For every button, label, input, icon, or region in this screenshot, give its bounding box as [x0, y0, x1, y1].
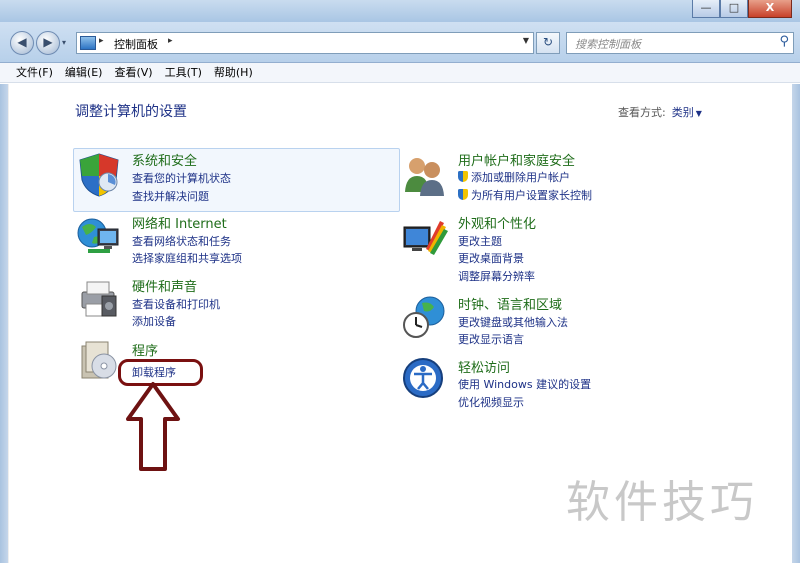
- link-find-fix-problems[interactable]: 查找并解决问题: [132, 188, 209, 204]
- menu-edit[interactable]: 编辑(E): [59, 63, 109, 82]
- watermark: 软件技巧: [566, 477, 758, 528]
- address-dropdown-icon[interactable]: ▼: [523, 36, 529, 45]
- programs-disc-icon: [81, 341, 117, 379]
- breadcrumb-separator-icon[interactable]: ▸: [168, 36, 173, 46]
- category-hardware-sound[interactable]: 硬件和声音: [132, 276, 197, 295]
- link-recommended-settings[interactable]: 使用 Windows 建议的设置: [458, 376, 591, 392]
- link-add-device[interactable]: 添加设备: [132, 313, 176, 329]
- users-icon: [405, 158, 444, 196]
- control-panel-icon: [80, 36, 96, 50]
- category-system-security[interactable]: 系统和安全: [132, 150, 197, 169]
- category-user-accounts[interactable]: 用户帐户和家庭安全: [458, 150, 575, 169]
- view-by-label: 查看方式:: [618, 106, 666, 119]
- clock-globe-icon: [403, 296, 445, 338]
- display-palette-icon: [403, 221, 448, 255]
- menu-bar: 文件(F) 编辑(E) 查看(V) 工具(T) 帮助(H): [0, 63, 800, 83]
- link-change-theme[interactable]: 更改主题: [458, 233, 502, 249]
- forward-button[interactable]: ▶: [36, 31, 60, 55]
- close-button[interactable]: X: [748, 0, 792, 18]
- search-icon[interactable]: ⚲: [779, 34, 789, 49]
- minimize-button[interactable]: —: [692, 0, 720, 18]
- back-button[interactable]: ◀: [10, 31, 34, 55]
- menu-file[interactable]: 文件(F): [10, 63, 59, 82]
- view-by-control[interactable]: 查看方式: 类别 ▼: [618, 104, 702, 120]
- window-frame-left: [0, 84, 8, 563]
- address-bar[interactable]: ▸ 控制面板 ▸ ▼: [76, 32, 534, 54]
- link-parental-controls[interactable]: 为所有用户设置家长控制: [458, 187, 592, 203]
- link-optimize-display[interactable]: 优化视频显示: [458, 394, 524, 410]
- link-display-language[interactable]: 更改显示语言: [458, 331, 524, 347]
- uac-shield-icon: [458, 189, 468, 200]
- menu-help[interactable]: 帮助(H): [208, 63, 259, 82]
- category-ease-of-access[interactable]: 轻松访问: [458, 357, 510, 376]
- security-shield-icon: [79, 153, 119, 197]
- network-globe-icon: [77, 218, 119, 253]
- link-change-background[interactable]: 更改桌面背景: [458, 250, 524, 266]
- maximize-button[interactable]: □: [720, 0, 748, 18]
- refresh-button[interactable]: ↻: [536, 32, 560, 54]
- breadcrumb-control-panel[interactable]: 控制面板: [114, 36, 158, 52]
- annotation-arrow-icon: [126, 382, 180, 471]
- category-programs[interactable]: 程序: [132, 340, 158, 359]
- navigation-bar: ◀ ▶ ▾ ▸ 控制面板 ▸ ▼ ↻ 搜索控制面板 ⚲: [0, 22, 800, 63]
- category-hover-highlight: [73, 148, 400, 212]
- link-keyboard-input[interactable]: 更改键盘或其他输入法: [458, 314, 568, 330]
- link-view-network-status[interactable]: 查看网络状态和任务: [132, 233, 231, 249]
- recent-pages-dropdown[interactable]: ▾: [62, 38, 66, 47]
- chevron-down-icon[interactable]: ▼: [696, 109, 702, 118]
- breadcrumb-separator-icon[interactable]: ▸: [99, 36, 104, 46]
- category-clock-language[interactable]: 时钟、语言和区域: [458, 294, 562, 313]
- ease-of-access-icon: [403, 358, 443, 398]
- link-devices-printers[interactable]: 查看设备和打印机: [132, 296, 220, 312]
- search-input[interactable]: 搜索控制面板: [575, 36, 641, 52]
- menu-tools[interactable]: 工具(T): [159, 63, 208, 82]
- title-bar: — □ X: [0, 0, 800, 22]
- window-controls: — □ X: [692, 0, 792, 18]
- uac-shield-icon: [458, 171, 468, 182]
- menu-view[interactable]: 查看(V): [108, 63, 158, 82]
- link-homegroup-sharing[interactable]: 选择家庭组和共享选项: [132, 250, 242, 266]
- category-appearance[interactable]: 外观和个性化: [458, 213, 536, 232]
- search-box[interactable]: 搜索控制面板 ⚲: [566, 32, 794, 54]
- view-by-value[interactable]: 类别: [672, 106, 694, 119]
- printer-icon: [81, 281, 117, 317]
- link-screen-resolution[interactable]: 调整屏幕分辨率: [458, 268, 535, 284]
- window-frame-right: [792, 84, 800, 563]
- link-add-remove-accounts[interactable]: 添加或删除用户帐户: [458, 169, 570, 185]
- page-title: 调整计算机的设置: [75, 104, 187, 120]
- link-view-computer-status[interactable]: 查看您的计算机状态: [132, 170, 231, 186]
- category-network-internet[interactable]: 网络和 Internet: [132, 213, 227, 232]
